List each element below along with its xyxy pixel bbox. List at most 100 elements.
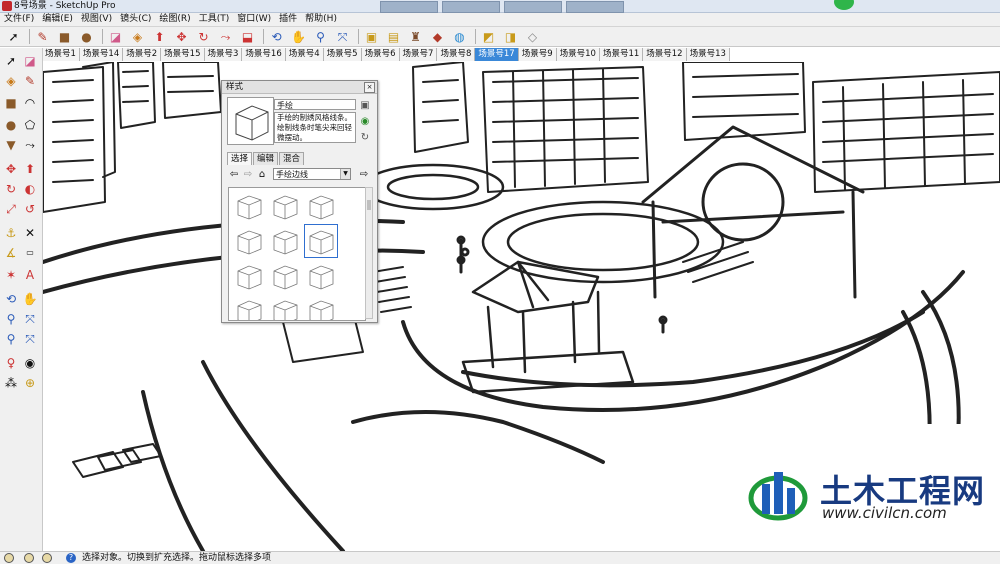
rectangle-icon[interactable]: ■: [2, 94, 20, 112]
menu-file[interactable]: 文件(F): [0, 13, 38, 26]
tab-scene[interactable]: 场景号3: [204, 48, 243, 61]
style-thumbnail[interactable]: [269, 260, 301, 292]
style-thumbnail[interactable]: [233, 225, 265, 257]
ruby-icon[interactable]: ◆: [428, 27, 447, 46]
orbit-icon[interactable]: ⟲: [267, 27, 286, 46]
orbit-icon[interactable]: ✶: [2, 266, 20, 284]
rectangle-icon[interactable]: ■: [55, 27, 74, 46]
tab-scene[interactable]: 场景号8: [437, 48, 476, 61]
tab-scene[interactable]: 场景号13: [686, 48, 730, 61]
arc-icon[interactable]: ◠: [21, 94, 39, 112]
tab-scene[interactable]: 场景号10: [556, 48, 600, 61]
line-icon[interactable]: ✎: [21, 72, 39, 90]
tab-scene[interactable]: 场景号12: [643, 48, 687, 61]
menu-draw[interactable]: 绘图(R): [155, 13, 194, 26]
taskbar-button[interactable]: [442, 1, 500, 13]
style-name-field[interactable]: 手绘: [274, 99, 356, 110]
offset-icon[interactable]: ◐: [21, 180, 39, 198]
tab-scene[interactable]: 场景号15: [161, 48, 205, 61]
tab-mix[interactable]: 混合: [279, 152, 305, 165]
walk-icon[interactable]: ♀: [2, 354, 20, 372]
forward-arrow-icon[interactable]: ⇨: [241, 167, 255, 181]
tape-measure-icon[interactable]: ⤢: [2, 200, 20, 218]
menu-window[interactable]: 窗口(W): [233, 13, 275, 26]
tab-scene[interactable]: 场景号5: [323, 48, 362, 61]
pencil-icon[interactable]: ✎: [33, 27, 52, 46]
tab-scene[interactable]: 场景号4: [285, 48, 324, 61]
section-plane-icon[interactable]: ◉: [21, 354, 39, 372]
eraser-icon[interactable]: ◪: [21, 52, 39, 70]
zoom-extents-icon[interactable]: ⚲: [2, 310, 20, 328]
user-icon[interactable]: [42, 553, 52, 563]
menu-tools[interactable]: 工具(T): [195, 13, 234, 26]
follow-me-icon[interactable]: ⤳: [21, 136, 39, 154]
scrollbar-thumb[interactable]: [367, 200, 371, 210]
close-icon[interactable]: ×: [364, 82, 375, 93]
paint-icon[interactable]: ◈: [2, 72, 20, 90]
paint-bucket-icon[interactable]: ◈: [128, 27, 147, 46]
rotate-icon[interactable]: ↻: [194, 27, 213, 46]
get-models-icon[interactable]: ▣: [362, 27, 381, 46]
tab-scene[interactable]: 场景号1: [42, 48, 80, 61]
scale-icon[interactable]: ↻: [2, 180, 20, 198]
previous-view-icon[interactable]: ⤧: [21, 310, 39, 328]
move-icon[interactable]: ✥: [172, 27, 191, 46]
pan-icon[interactable]: ✋: [289, 27, 308, 46]
offset-icon[interactable]: ⬓: [238, 27, 257, 46]
push-pull-icon[interactable]: ⬆: [150, 27, 169, 46]
geolocation-icon[interactable]: [4, 553, 14, 563]
menu-plugins[interactable]: 插件: [275, 13, 301, 26]
look-around-icon[interactable]: ⤧: [21, 330, 39, 348]
3d-text-icon[interactable]: ▭: [21, 244, 39, 262]
tab-scene[interactable]: 场景号7: [399, 48, 438, 61]
style-thumbnail[interactable]: [233, 295, 265, 320]
tab-scene[interactable]: 场景号9: [518, 48, 557, 61]
dimension-icon[interactable]: ↺: [21, 200, 39, 218]
rotate-icon[interactable]: ⬆: [21, 160, 39, 178]
zoom-icon[interactable]: ⟲: [2, 290, 20, 308]
text-icon[interactable]: ✕: [21, 224, 39, 242]
zoom-extents-icon[interactable]: ⤧: [333, 27, 352, 46]
share-model-icon[interactable]: ▤: [384, 27, 403, 46]
help-icon[interactable]: ?: [66, 553, 76, 563]
credits-icon[interactable]: [24, 553, 34, 563]
select-icon[interactable]: ➚: [2, 52, 20, 70]
thumbnail-scrollbar[interactable]: [365, 187, 373, 319]
menu-edit[interactable]: 编辑(E): [38, 13, 77, 26]
dialog-title-bar[interactable]: 样式 ×: [222, 81, 377, 94]
circle-icon[interactable]: ●: [77, 27, 96, 46]
tab-select[interactable]: 选择: [227, 152, 253, 165]
style-thumbnail[interactable]: [269, 190, 301, 222]
style-description-field[interactable]: 手绘的制绣风格线条。绘制线条时笔尖来回轻微摆动。: [274, 112, 356, 143]
select-arrow-icon[interactable]: ➚: [4, 27, 23, 46]
polygon-icon[interactable]: ⬠: [21, 116, 39, 134]
pan-icon[interactable]: A: [21, 266, 39, 284]
back-arrow-icon[interactable]: ⇦: [227, 167, 241, 181]
home-icon[interactable]: ⌂: [255, 167, 269, 181]
position-camera-icon[interactable]: ⚲: [2, 330, 20, 348]
push-pull-icon[interactable]: ▼: [2, 136, 20, 154]
update-style-icon[interactable]: ▣: [359, 99, 371, 111]
style-thumbnail[interactable]: [233, 260, 265, 292]
axes-icon[interactable]: ∡: [2, 244, 20, 262]
tab-scene[interactable]: 场景号6: [361, 48, 400, 61]
footprints-icon[interactable]: ⁂: [2, 374, 20, 392]
details-arrow-icon[interactable]: ⇨: [357, 167, 371, 181]
style-icon[interactable]: ◨: [501, 27, 520, 46]
tab-scene[interactable]: 场景号14: [79, 48, 124, 61]
protractor-icon[interactable]: ⚓: [2, 224, 20, 242]
zoom-icon[interactable]: ⚲: [311, 27, 330, 46]
style-thumbnail[interactable]: [304, 224, 338, 258]
taskbar-button[interactable]: [380, 1, 438, 13]
menu-view[interactable]: 视图(V): [77, 13, 116, 26]
tab-scene-active[interactable]: 场景号17: [475, 48, 519, 61]
tab-edit[interactable]: 编辑: [253, 152, 279, 165]
create-style-icon[interactable]: ◉: [359, 115, 371, 127]
tab-scene[interactable]: 场景号2: [123, 48, 162, 61]
menu-camera[interactable]: 镜头(C): [116, 13, 155, 26]
style-thumbnail[interactable]: [305, 260, 337, 292]
move-icon[interactable]: ✥: [2, 160, 20, 178]
circle-icon[interactable]: ●: [2, 116, 20, 134]
taskbar-button[interactable]: [566, 1, 624, 13]
follow-me-icon[interactable]: ⤳: [216, 27, 235, 46]
